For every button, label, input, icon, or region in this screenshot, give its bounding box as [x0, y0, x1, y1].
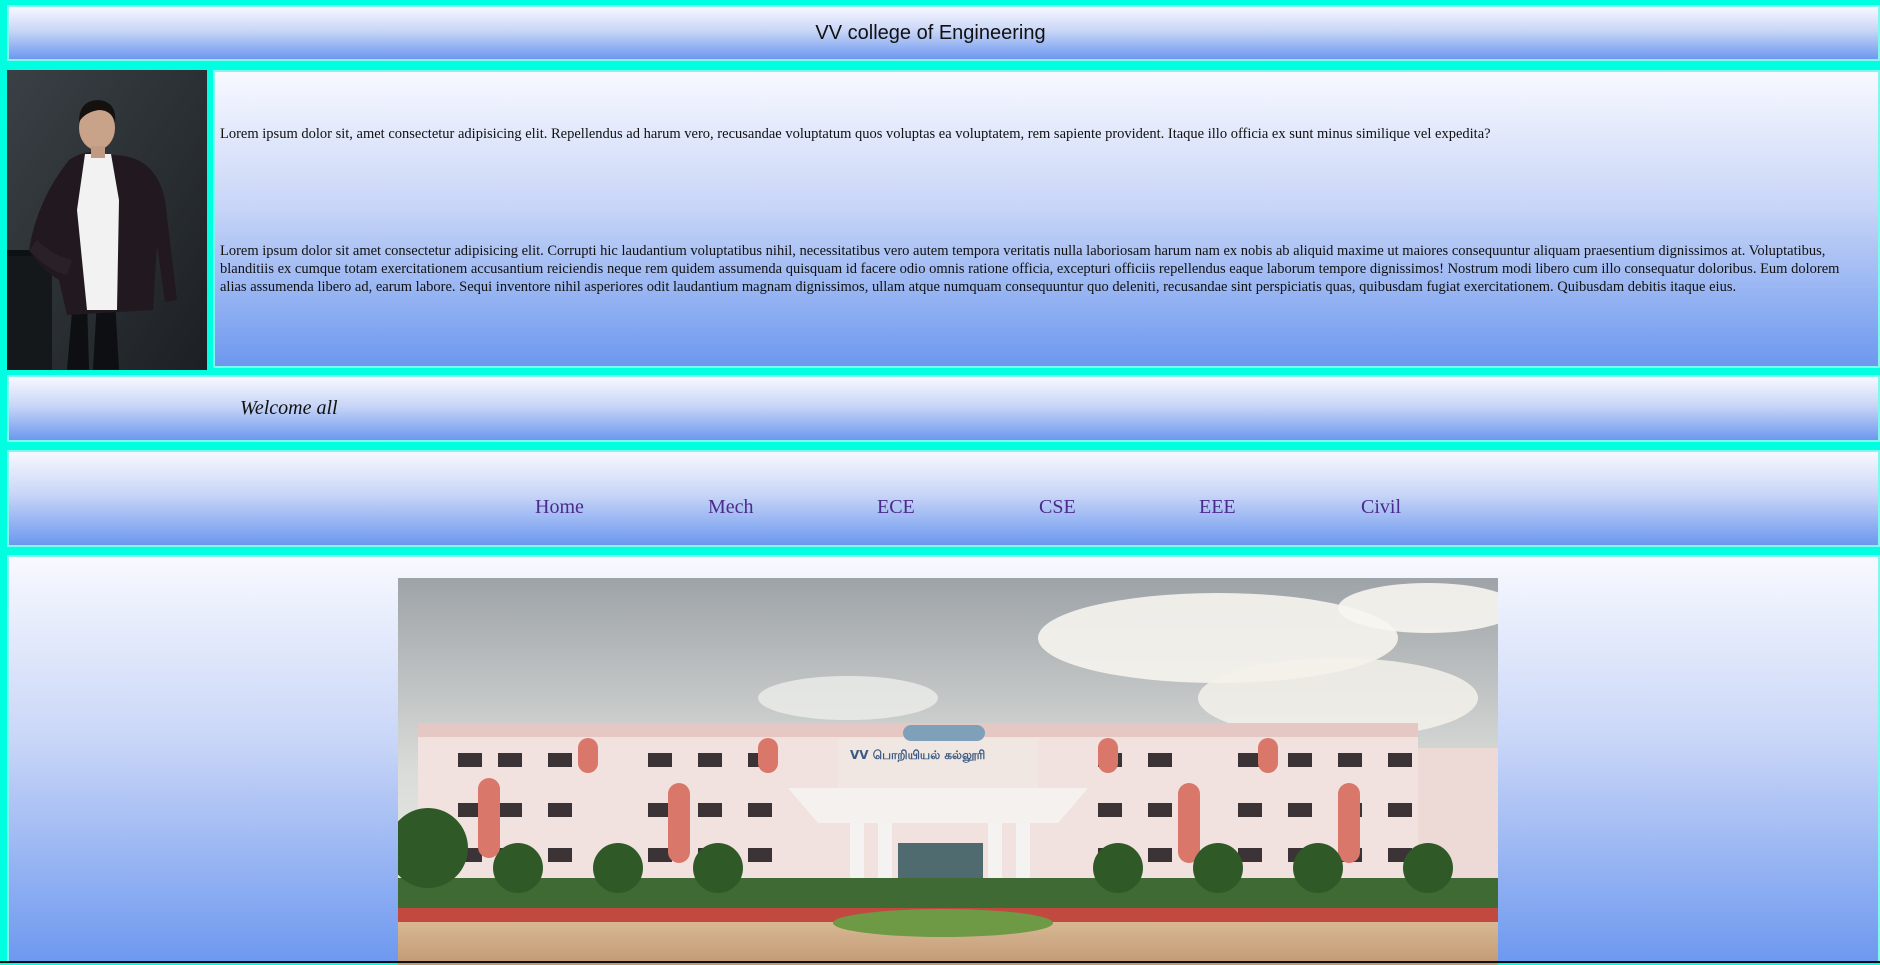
nav-link-mech[interactable]: Mech: [708, 496, 754, 519]
profile-photo: [7, 70, 207, 370]
college-building-image: VV பொறியியல் கல்லூரி: [398, 578, 1498, 965]
building-sign-text: VV பொறியியல் கல்லூரி: [850, 748, 985, 763]
nav-link-ece[interactable]: ECE: [877, 496, 915, 519]
welcome-banner: Welcome all: [7, 375, 1880, 442]
campus-section: VV பொறியியல் கல்லூரி: [7, 555, 1880, 965]
intro-section: Lorem ipsum dolor sit, amet consectetur …: [213, 70, 1880, 368]
intro-paragraph-1: Lorem ipsum dolor sit, amet consectetur …: [220, 126, 1491, 142]
intro-paragraph-2: Lorem ipsum dolor sit amet consectetur a…: [220, 243, 1840, 295]
nav-link-home[interactable]: Home: [535, 496, 584, 519]
nav-link-cse[interactable]: CSE: [1039, 496, 1076, 519]
nav-link-civil[interactable]: Civil: [1361, 496, 1401, 519]
department-nav: Home Mech ECE CSE EEE Civil: [7, 450, 1880, 547]
nav-link-eee[interactable]: EEE: [1199, 496, 1236, 519]
person-portrait: [7, 70, 207, 370]
welcome-text: Welcome all: [240, 397, 338, 419]
page-title: VV college of Engineering: [815, 21, 1046, 44]
page-header: VV college of Engineering: [7, 5, 1880, 61]
campus-building-photo: VV பொறியியல் கல்லூரி: [398, 578, 1498, 965]
